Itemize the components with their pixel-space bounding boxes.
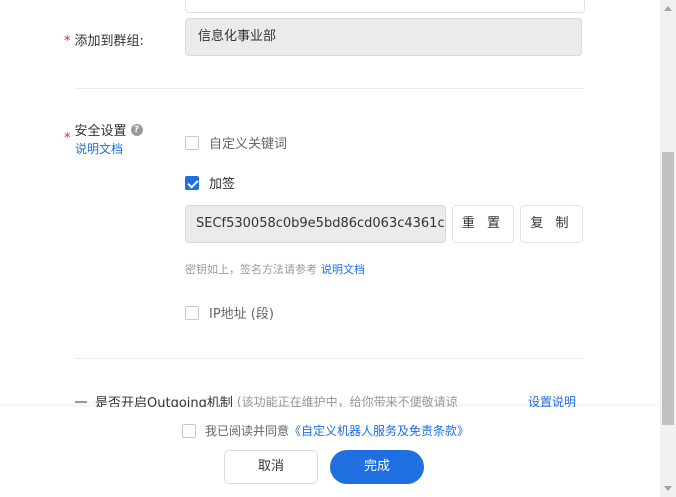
- ip-checkbox[interactable]: [185, 305, 199, 320]
- agreement-checkbox[interactable]: [182, 423, 196, 438]
- copy-button[interactable]: 复 制: [520, 205, 583, 243]
- custom-keyword-option[interactable]: 自定义关键词: [185, 133, 287, 152]
- secret-key-field: SECf530058c0b9e5bd86cd063c4361c6: [185, 205, 446, 243]
- hint-text: 密钥如上，签名方法请参考: [185, 263, 317, 276]
- custom-keyword-checkbox[interactable]: [185, 135, 199, 150]
- agreement-row[interactable]: 我已阅读并同意 《自定义机器人服务及免责条款》: [182, 422, 469, 439]
- group-field-label: * 添加到群组:: [64, 30, 144, 49]
- sign-checkbox[interactable]: [185, 175, 199, 190]
- security-label-text: 安全设置: [74, 124, 127, 139]
- secret-hint: 密钥如上，签名方法请参考 说明文档: [185, 261, 365, 277]
- scrollbar-thumb[interactable]: [662, 152, 674, 425]
- scroll-down-arrow-icon[interactable]: [664, 486, 672, 491]
- ip-label: IP地址 (段): [209, 307, 274, 322]
- group-label-text: 添加到群组:: [74, 34, 144, 49]
- security-doc-link[interactable]: 说明文档: [75, 140, 143, 157]
- security-settings-label: * 安全设置 ? 说明文档: [64, 120, 143, 157]
- robot-settings-form: * 添加到群组: 信息化事业部 * 安全设置 ? 说明文档 自定义关键词 加签 S…: [0, 0, 660, 497]
- sign-label: 加签: [209, 177, 236, 192]
- required-marker: *: [64, 131, 71, 146]
- sign-option[interactable]: 加签: [185, 173, 235, 192]
- dialog-footer: 我已阅读并同意 《自定义机器人服务及免责条款》 取消 完成: [0, 407, 660, 497]
- ip-option[interactable]: IP地址 (段): [185, 303, 274, 322]
- divider: [75, 358, 584, 359]
- hint-doc-link[interactable]: 说明文档: [321, 263, 365, 276]
- divider: [75, 88, 584, 89]
- question-circle-icon[interactable]: ?: [130, 123, 143, 136]
- previous-field-input[interactable]: [185, 0, 585, 13]
- group-input: 信息化事业部: [185, 18, 582, 56]
- required-marker: *: [64, 34, 71, 49]
- scroll-up-arrow-icon[interactable]: [664, 6, 672, 11]
- terms-link[interactable]: 《自定义机器人服务及免责条款》: [289, 422, 469, 439]
- done-button[interactable]: 完成: [330, 450, 424, 484]
- custom-keyword-label: 自定义关键词: [209, 137, 288, 152]
- agreement-prefix: 我已阅读并同意: [205, 424, 290, 438]
- reset-button[interactable]: 重 置: [452, 205, 514, 243]
- cancel-button[interactable]: 取消: [224, 450, 318, 484]
- vertical-scrollbar[interactable]: [660, 0, 676, 497]
- outgoing-toggle[interactable]: [75, 400, 87, 403]
